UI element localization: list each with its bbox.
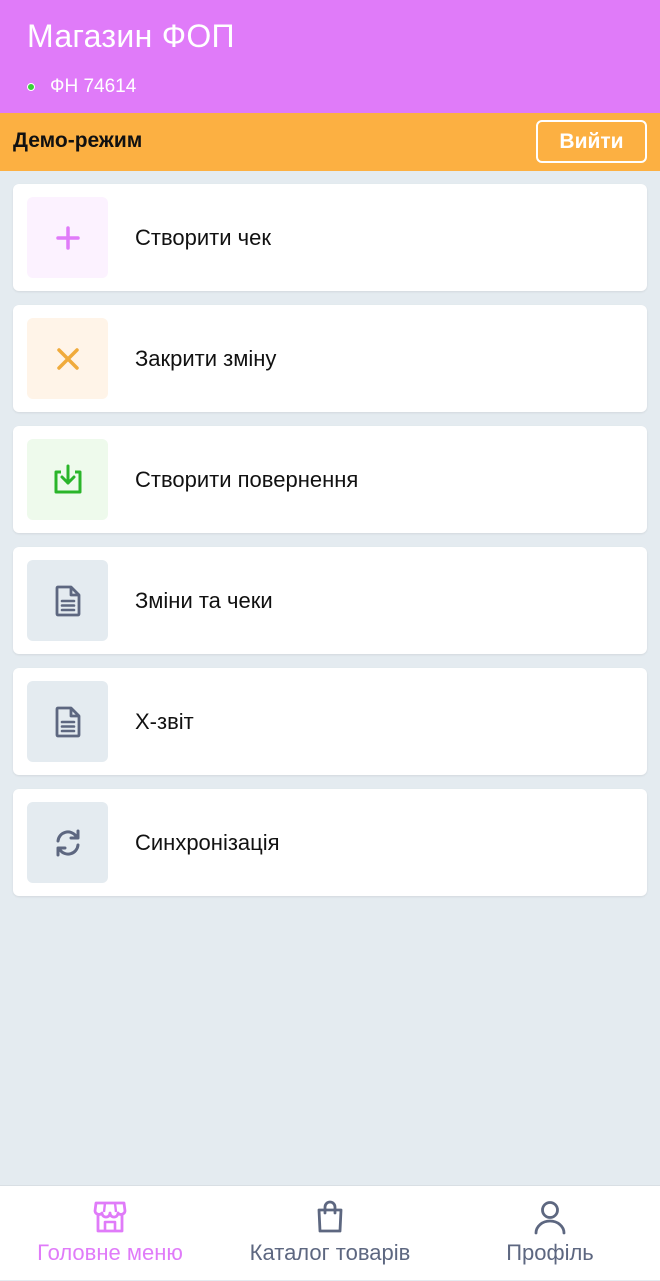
document-icon — [55, 585, 80, 616]
nav-label-catalog: Каталог товарів — [249, 1240, 411, 1265]
create-return-icon-box — [27, 439, 108, 520]
sync-icon-box — [27, 802, 108, 883]
menu-item-sync[interactable]: Синхронізація — [13, 789, 647, 896]
nav-item-catalog[interactable]: Каталог товарів — [240, 1186, 420, 1281]
menu-item-x-report[interactable]: X-звіт — [13, 668, 647, 775]
exit-demo-button[interactable]: Вийти — [536, 120, 647, 163]
menu-item-label: Зміни та чеки — [135, 587, 273, 613]
demo-mode-bar: Демо-режим Вийти — [0, 113, 660, 171]
menu-item-create-receipt[interactable]: Створити чек — [13, 184, 647, 291]
store-icon — [92, 1198, 128, 1236]
online-status-indicator — [27, 83, 35, 91]
menu-item-close-shift[interactable]: Закрити зміну — [13, 305, 647, 412]
store-title: Магазин ФОП — [27, 18, 235, 54]
fiscal-number-row: ФН 74614 — [27, 76, 136, 98]
demo-mode-label: Демо-режим — [13, 129, 143, 152]
menu-item-label: Синхронізація — [135, 829, 280, 855]
shifts-receipts-icon-box — [27, 560, 108, 641]
menu-item-label: Створити повернення — [135, 466, 359, 492]
plus-icon — [55, 225, 80, 250]
document-icon — [55, 706, 80, 737]
close-shift-icon-box — [27, 318, 108, 399]
menu-item-label: X-звіт — [135, 708, 194, 734]
nav-item-main-menu[interactable]: Головне меню — [30, 1186, 190, 1281]
download-icon — [54, 464, 81, 493]
menu-item-label: Створити чек — [135, 224, 271, 250]
shopping-bag-icon — [314, 1198, 346, 1236]
sync-icon — [56, 829, 79, 856]
x-report-icon-box — [27, 681, 108, 762]
nav-label-profile: Профіль — [506, 1240, 594, 1265]
create-receipt-icon-box — [27, 197, 108, 278]
menu-item-label: Закрити зміну — [135, 345, 277, 371]
nav-label-main-menu: Головне меню — [37, 1240, 183, 1265]
bottom-navigation: Головне меню Каталог товарів Профіль — [0, 1185, 660, 1280]
menu-item-create-return[interactable]: Створити повернення — [13, 426, 647, 533]
user-icon — [532, 1198, 568, 1236]
nav-item-profile[interactable]: Профіль — [490, 1186, 610, 1281]
app-header: Магазин ФОП ФН 74614 — [0, 0, 660, 113]
menu-item-shifts-receipts[interactable]: Зміни та чеки — [13, 547, 647, 654]
close-icon — [56, 347, 79, 370]
fiscal-number: ФН 74614 — [50, 76, 137, 97]
